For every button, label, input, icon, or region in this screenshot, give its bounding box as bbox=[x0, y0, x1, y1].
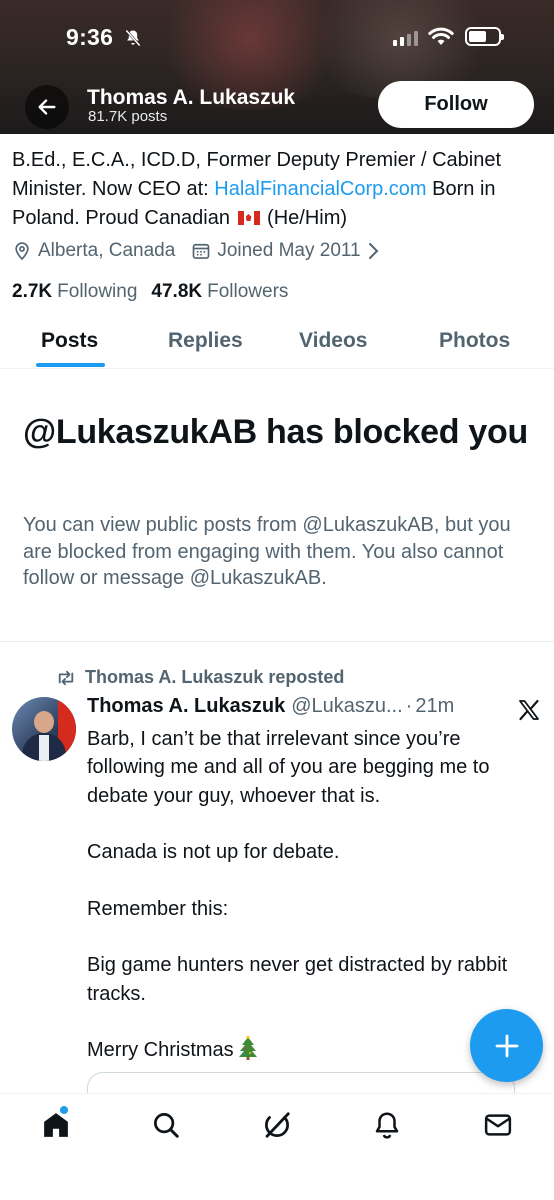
calendar-icon bbox=[192, 243, 210, 259]
section-divider bbox=[0, 641, 554, 642]
post-timestamp[interactable]: 21m bbox=[415, 695, 454, 718]
following-link[interactable]: 2.7K Following bbox=[12, 281, 137, 303]
christmas-tree-icon bbox=[238, 1036, 257, 1061]
repost-label[interactable]: Thomas A. Lukaszuk reposted bbox=[85, 667, 344, 688]
search-icon[interactable] bbox=[151, 1110, 181, 1140]
notifications-bell-icon[interactable] bbox=[372, 1110, 402, 1140]
post-paragraph-last: Merry Christmas bbox=[87, 1036, 532, 1064]
battery-icon bbox=[465, 27, 504, 46]
x-logo-icon[interactable] bbox=[517, 698, 541, 722]
post-paragraph: Big game hunters never get distracted by… bbox=[87, 954, 508, 1005]
joined-text: Joined May 2011 bbox=[217, 240, 361, 261]
post-paragraph: Merry Christmas bbox=[87, 1039, 234, 1062]
chevron-right-icon bbox=[368, 243, 379, 259]
post-author-handle[interactable]: @Lukaszu... bbox=[291, 695, 402, 718]
follow-counts: 2.7K Following 47.8K Followers bbox=[12, 281, 302, 303]
location-text: Alberta, Canada bbox=[38, 240, 176, 261]
canada-flag-icon bbox=[237, 211, 260, 225]
followers-count: 47.8K bbox=[151, 281, 203, 302]
post-paragraph: Remember this: bbox=[87, 897, 229, 920]
profile-meta: Alberta, Canada Joined May 2011 bbox=[12, 240, 397, 262]
blocked-title: @LukaszukAB has blocked you bbox=[23, 413, 528, 451]
post-separator: · bbox=[405, 695, 413, 717]
header-posts-count: 81.7K posts bbox=[88, 108, 168, 125]
compose-post-button[interactable] bbox=[470, 1009, 543, 1082]
wifi-icon bbox=[428, 27, 454, 45]
bio-link[interactable]: HalalFinancialCorp.com bbox=[214, 178, 426, 200]
plus-icon bbox=[495, 1034, 518, 1057]
active-tab-indicator bbox=[36, 363, 105, 367]
location-pin-icon bbox=[15, 242, 29, 261]
post-header: Thomas A. Lukaszuk @Lukaszu... · 21m bbox=[87, 695, 454, 718]
following-count: 2.7K bbox=[12, 281, 53, 302]
followers-label: Followers bbox=[207, 281, 289, 302]
blocked-description: You can view public posts from @Lukaszuk… bbox=[23, 514, 511, 589]
status-time: 9:36 bbox=[66, 24, 114, 50]
post-paragraph: Canada is not up for debate. bbox=[87, 841, 340, 864]
home-icon[interactable] bbox=[41, 1110, 71, 1140]
post-author-name[interactable]: Thomas A. Lukaszuk bbox=[87, 695, 285, 718]
tab-photos[interactable]: Photos bbox=[439, 329, 510, 353]
repost-indicator: Thomas A. Lukaszuk reposted bbox=[55, 667, 344, 688]
followers-link[interactable]: 47.8K Followers bbox=[151, 281, 288, 303]
joined-item[interactable]: Joined May 2011 bbox=[191, 240, 380, 262]
tab-replies[interactable]: Replies bbox=[168, 329, 243, 353]
post-paragraph: Barb, I can’t be that irrelevant since y… bbox=[87, 728, 490, 807]
profile-bio: B.Ed., E.C.A., ICD.D, Former Deputy Prem… bbox=[12, 146, 542, 233]
tab-posts[interactable]: Posts bbox=[41, 329, 98, 353]
profile-header-banner: 9:36 Thomas A. Lukaszuk 81.7K posts Foll… bbox=[0, 0, 554, 134]
cellular-signal-icon bbox=[393, 30, 418, 46]
notification-dot bbox=[60, 1106, 68, 1114]
back-button[interactable] bbox=[25, 85, 69, 129]
repost-icon bbox=[58, 670, 74, 685]
post-body[interactable]: Barb, I can’t be that irrelevant since y… bbox=[87, 725, 532, 1093]
grok-icon[interactable] bbox=[262, 1110, 292, 1140]
location-item: Alberta, Canada bbox=[12, 240, 175, 262]
avatar[interactable] bbox=[12, 697, 76, 761]
bio-pronouns: (He/Him) bbox=[261, 207, 348, 229]
header-profile-name: Thomas A. Lukaszuk bbox=[87, 86, 296, 109]
bell-off-icon bbox=[125, 29, 141, 47]
messages-envelope-icon[interactable] bbox=[483, 1110, 513, 1140]
following-label: Following bbox=[57, 281, 138, 302]
follow-button[interactable]: Follow bbox=[378, 81, 534, 128]
bottom-navigation bbox=[0, 1093, 554, 1200]
tab-videos[interactable]: Videos bbox=[299, 329, 367, 353]
arrow-left-icon bbox=[38, 99, 56, 115]
profile-tabs: Posts Replies Videos Photos bbox=[0, 313, 554, 369]
